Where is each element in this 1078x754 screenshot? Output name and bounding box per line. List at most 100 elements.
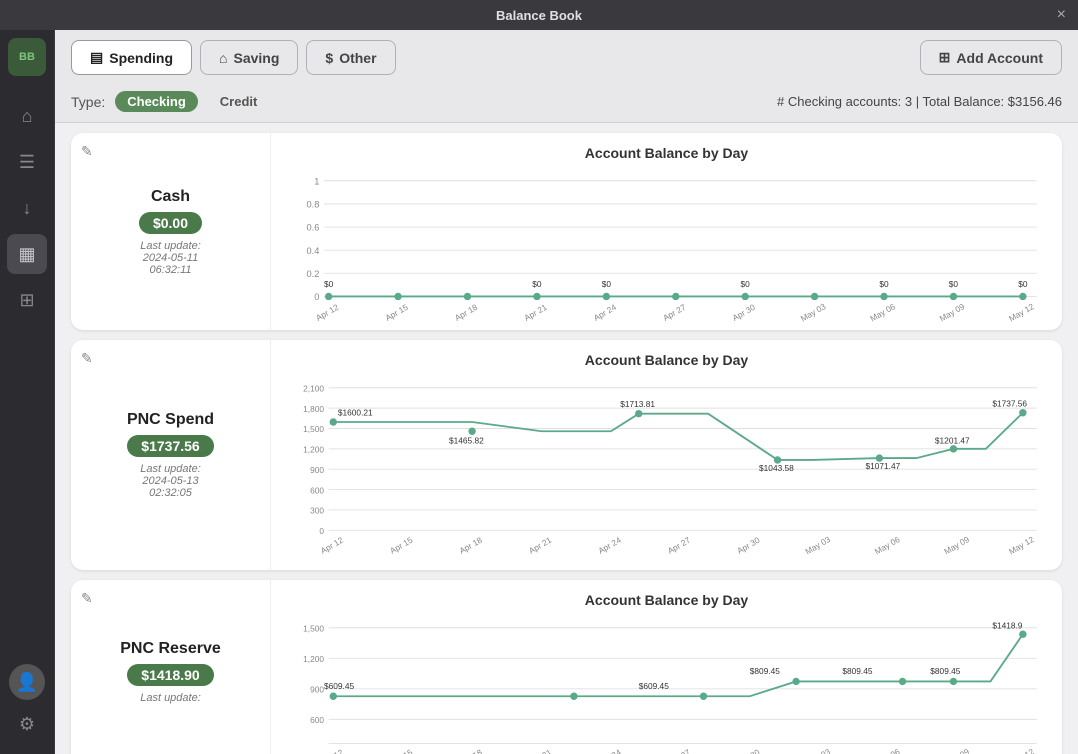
svg-text:1,800: 1,800: [303, 404, 324, 414]
svg-text:$809.45: $809.45: [750, 666, 780, 676]
sidebar-logo: BB: [8, 38, 46, 76]
svg-text:1,200: 1,200: [303, 654, 324, 664]
svg-text:1,500: 1,500: [303, 623, 324, 633]
cash-balance: $0.00: [139, 212, 202, 234]
sidebar-avatar[interactable]: 👤: [9, 664, 45, 700]
sidebar: BB ⌂ ☰ ↓ ▦ ⊞ 👤 ⚙: [0, 0, 55, 754]
pnc-reserve-chart-svg: 1,500 1,200 900 600 $6: [287, 616, 1046, 754]
svg-text:May 09: May 09: [942, 746, 971, 754]
tab-saving[interactable]: ⌂ Saving: [200, 40, 298, 75]
sidebar-item-list[interactable]: ☰: [7, 142, 47, 182]
svg-text:$1713.81: $1713.81: [620, 399, 655, 409]
pnc-spend-chart-svg: 2,100 1,800 1,500 1,200 900 600 300 0: [287, 376, 1046, 561]
app-title: Balance Book: [496, 8, 582, 23]
svg-text:Apr 27: Apr 27: [666, 535, 693, 556]
svg-text:$1465.82: $1465.82: [449, 435, 484, 445]
svg-text:May 12: May 12: [1007, 746, 1036, 754]
svg-text:Apr 30: Apr 30: [735, 535, 762, 556]
svg-text:0: 0: [314, 292, 319, 302]
svg-text:May 03: May 03: [803, 534, 832, 556]
svg-text:2,100: 2,100: [303, 384, 324, 394]
svg-text:$609.45: $609.45: [324, 680, 354, 690]
sidebar-bottom: 👤 ⚙: [9, 664, 45, 754]
svg-text:Apr 24: Apr 24: [596, 746, 623, 754]
cash-date: Last update: 2024-05-11 06:32:11: [140, 240, 201, 276]
svg-text:0.4: 0.4: [307, 246, 320, 256]
add-icon: ⊞: [939, 49, 951, 66]
svg-text:Apr 18: Apr 18: [457, 746, 484, 754]
summary-text: # Checking accounts: 3 | Total Balance: …: [777, 94, 1062, 109]
svg-text:Apr 18: Apr 18: [453, 302, 480, 322]
cash-chart: 1 0.8 0.6 0.4 0.2 0: [287, 169, 1046, 322]
tab-group: ▤ Spending ⌂ Saving $ Other: [71, 40, 396, 75]
svg-text:Apr 30: Apr 30: [735, 746, 762, 754]
svg-text:$0: $0: [602, 279, 612, 289]
svg-text:Apr 21: Apr 21: [527, 746, 554, 754]
svg-text:Apr 21: Apr 21: [522, 302, 549, 322]
pnc-spend-chart-title: Account Balance by Day: [287, 352, 1046, 368]
svg-text:$0: $0: [879, 279, 889, 289]
svg-text:0.6: 0.6: [307, 223, 320, 233]
saving-icon: ⌂: [219, 50, 227, 66]
svg-text:Apr 15: Apr 15: [383, 302, 410, 322]
svg-text:600: 600: [310, 485, 324, 495]
pnc-reserve-chart-title: Account Balance by Day: [287, 592, 1046, 608]
svg-text:May 06: May 06: [873, 746, 902, 754]
svg-text:Apr 18: Apr 18: [457, 535, 484, 556]
svg-text:Apr 15: Apr 15: [388, 746, 415, 754]
sidebar-item-accounts[interactable]: ▦: [7, 234, 47, 274]
logo-text: BB: [19, 51, 35, 63]
pnc-reserve-balance: $1418.90: [127, 664, 213, 686]
tab-spending[interactable]: ▤ Spending: [71, 40, 192, 75]
add-account-button[interactable]: ⊞ Add Account: [920, 40, 1062, 75]
svg-text:$809.45: $809.45: [930, 666, 960, 676]
pnc-spend-balance: $1737.56: [127, 435, 213, 457]
svg-text:900: 900: [310, 684, 324, 694]
sidebar-item-home[interactable]: ⌂: [7, 96, 47, 136]
pnc-spend-chart-area: Account Balance by Day 2,100: [271, 340, 1062, 569]
svg-text:1,500: 1,500: [303, 424, 324, 434]
svg-text:May 06: May 06: [868, 301, 897, 322]
close-button[interactable]: ×: [1057, 6, 1066, 24]
sidebar-item-widgets[interactable]: ⊞: [7, 280, 47, 320]
cash-name: Cash: [151, 188, 190, 206]
type-credit-button[interactable]: Credit: [208, 91, 270, 112]
svg-text:May 03: May 03: [799, 301, 828, 322]
type-group: Type: Checking Credit: [71, 91, 269, 112]
svg-text:May 06: May 06: [873, 534, 902, 556]
svg-text:Apr 27: Apr 27: [666, 746, 693, 754]
type-checking-button[interactable]: Checking: [115, 91, 198, 112]
account-info-cash: ✎ Cash $0.00 Last update: 2024-05-11 06:…: [71, 133, 271, 330]
edit-pnc-spend-icon[interactable]: ✎: [81, 350, 93, 367]
svg-text:0.2: 0.2: [307, 269, 320, 279]
cash-chart-area: Account Balance by Day 1 0.8 0.6: [271, 133, 1062, 330]
account-card-pnc-reserve: ✎ PNC Reserve $1418.90 Last update: Acco…: [71, 580, 1062, 754]
edit-pnc-reserve-icon[interactable]: ✎: [81, 590, 93, 607]
cash-chart-title: Account Balance by Day: [287, 145, 1046, 161]
svg-text:May 12: May 12: [1007, 301, 1036, 322]
svg-text:May 12: May 12: [1007, 534, 1036, 556]
svg-text:$609.45: $609.45: [639, 680, 669, 690]
edit-cash-icon[interactable]: ✎: [81, 143, 93, 160]
sidebar-settings[interactable]: ⚙: [9, 706, 45, 742]
pnc-spend-chart: 2,100 1,800 1,500 1,200 900 600 300 0: [287, 376, 1046, 561]
svg-text:Apr 21: Apr 21: [527, 535, 554, 556]
sidebar-item-transactions[interactable]: ↓: [7, 188, 47, 228]
svg-text:600: 600: [310, 715, 324, 725]
account-card-pnc-spend: ✎ PNC Spend $1737.56 Last update: 2024-0…: [71, 340, 1062, 569]
svg-text:Apr 12: Apr 12: [314, 302, 341, 322]
pnc-spend-date: Last update: 2024-05-13 02:32:05: [140, 463, 201, 499]
svg-text:Apr 12: Apr 12: [319, 746, 346, 754]
svg-text:300: 300: [310, 506, 324, 516]
svg-text:$1600.21: $1600.21: [338, 408, 373, 418]
svg-text:$0: $0: [741, 279, 751, 289]
type-label: Type:: [71, 94, 105, 110]
svg-text:Apr 15: Apr 15: [388, 535, 415, 556]
svg-text:$1418.9: $1418.9: [992, 620, 1022, 630]
svg-text:$0: $0: [324, 279, 334, 289]
svg-text:$0: $0: [1018, 279, 1028, 289]
accounts-list: ✎ Cash $0.00 Last update: 2024-05-11 06:…: [55, 123, 1078, 754]
pnc-reserve-chart: 1,500 1,200 900 600 $6: [287, 616, 1046, 754]
svg-text:$1201.47: $1201.47: [935, 435, 970, 445]
tab-other[interactable]: $ Other: [306, 40, 395, 75]
